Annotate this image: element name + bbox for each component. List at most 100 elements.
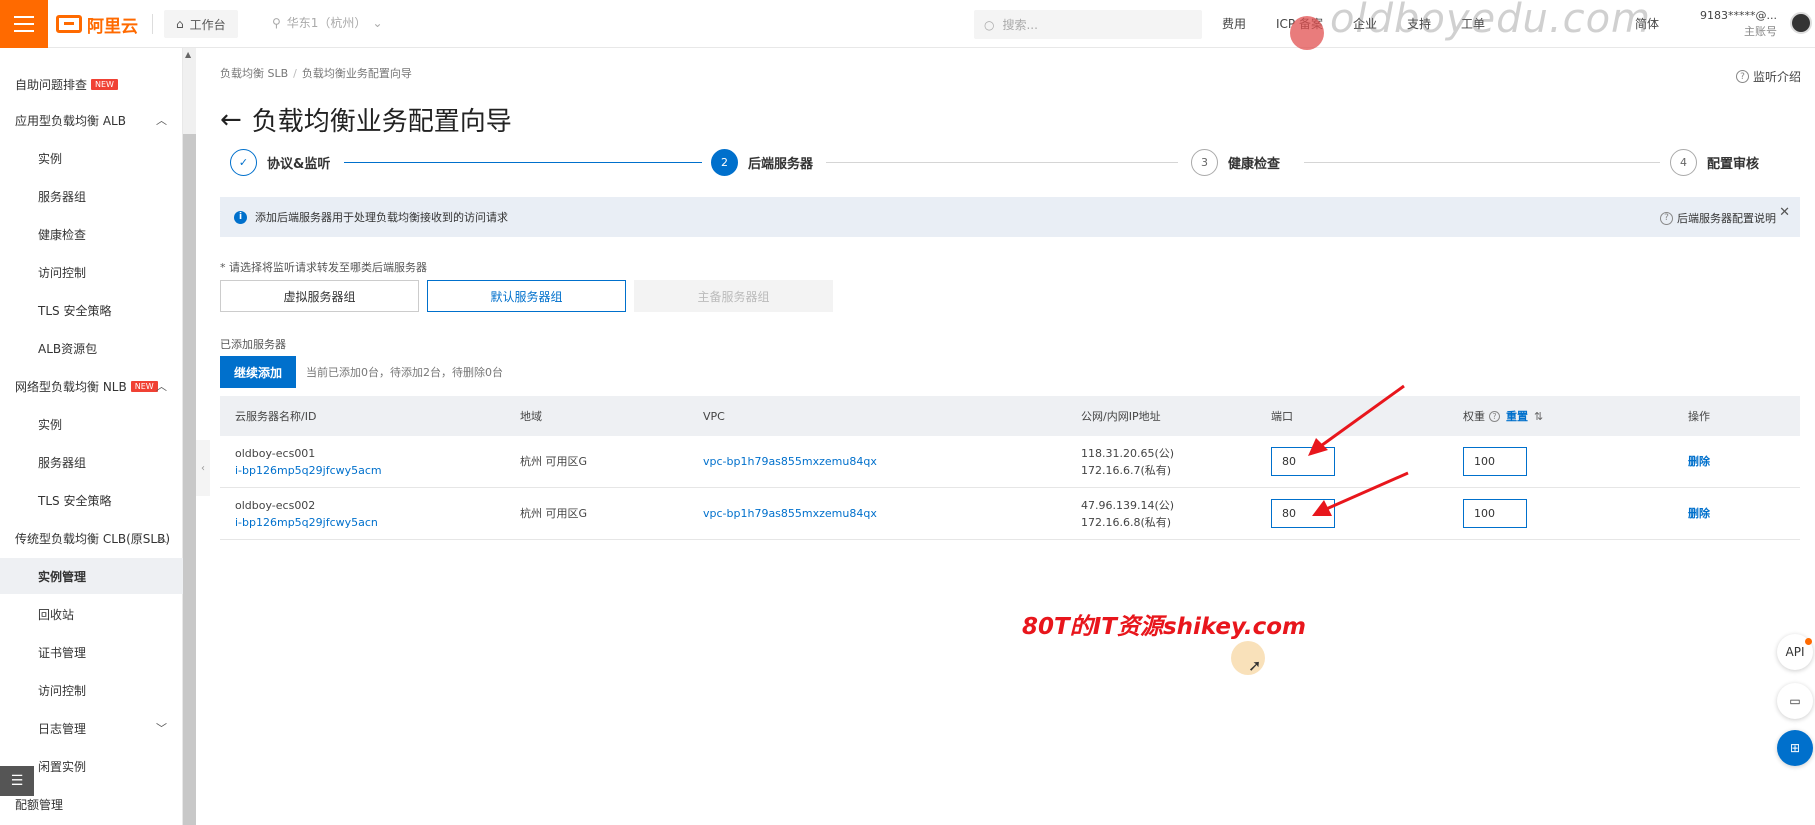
step-health-check: 3 健康检查 <box>1191 149 1280 176</box>
back-arrow-icon[interactable]: ← <box>220 105 242 135</box>
port-input[interactable]: 80 <box>1271 499 1335 528</box>
sidebar-group-alb[interactable]: 应用型负载均衡 ALB ︿ <box>0 102 183 138</box>
logo-text: 阿里云 <box>87 16 138 37</box>
server-id-link[interactable]: i-bp126mp5q29jfcwy5acm <box>235 462 382 479</box>
search-icon: ○ <box>984 17 995 32</box>
delete-button[interactable]: 删除 <box>1688 453 1710 470</box>
server-type-hint: * 请选择将监听请求转发至哪类后端服务器 <box>220 261 427 274</box>
header-action: 操作 <box>1688 409 1710 423</box>
sidebar-item-certificates[interactable]: 证书管理 <box>0 634 183 670</box>
port-input[interactable]: 80 <box>1271 447 1335 476</box>
sidebar-item-label: 闲置实例 <box>38 759 87 774</box>
delete-button[interactable]: 删除 <box>1688 505 1710 522</box>
aliyun-logo-mark-icon <box>56 15 82 33</box>
tab-default-server-group[interactable]: 默认服务器组 <box>427 280 626 312</box>
weight-input[interactable]: 100 <box>1463 447 1527 476</box>
continue-add-button[interactable]: 继续添加 <box>220 356 296 388</box>
close-icon[interactable]: ✕ <box>1779 205 1790 220</box>
table-row: oldboy-ecs002 i-bp126mp5q29jfcwy5acn 杭州 … <box>220 488 1800 540</box>
sidebar-item-nlb-instances[interactable]: 实例 <box>0 406 183 442</box>
step-connector <box>826 162 1178 163</box>
chevron-up-icon: ︿ <box>156 380 167 393</box>
sidebar-item-nlb-server-groups[interactable]: 服务器组 <box>0 444 183 480</box>
add-status-text: 当前已添加0台，待添加2台，待删除0台 <box>306 366 503 379</box>
backend-config-help-link[interactable]: ? 后端服务器配置说明 <box>1660 210 1776 226</box>
server-id-link[interactable]: i-bp126mp5q29jfcwy5acn <box>235 514 378 531</box>
sidebar-item-label: 访问控制 <box>38 683 87 698</box>
server-name: oldboy-ecs002 <box>235 498 316 512</box>
sidebar-item-label: TLS 安全策略 <box>38 493 112 508</box>
apps-icon[interactable]: ⊞ <box>1777 730 1813 766</box>
step-backend-servers: 2 后端服务器 <box>711 149 813 176</box>
list-menu-icon[interactable]: ☰ <box>0 766 34 796</box>
sidebar-item-alb-resource-pack[interactable]: ALB资源包 <box>0 330 183 366</box>
info-banner: i 添加后端服务器用于处理负载均衡接收到的访问请求 ? 后端服务器配置说明 ✕ <box>220 197 1800 237</box>
sidebar-scrollbar-thumb[interactable] <box>183 134 196 825</box>
breadcrumb-separator: / <box>293 67 297 80</box>
tab-virtual-server-group[interactable]: 虚拟服务器组 <box>220 280 419 312</box>
aliyun-logo[interactable]: 阿里云 <box>56 11 138 37</box>
collapse-sidebar-button[interactable]: ‹ <box>196 440 210 496</box>
sidebar-item-alb-server-groups[interactable]: 服务器组 <box>0 178 183 214</box>
workbench-button[interactable]: ⌂ 工作台 <box>164 10 238 38</box>
sidebar-item-label: 服务器组 <box>38 189 87 204</box>
location-pin-icon: ⚲ <box>272 15 281 30</box>
sidebar-group-nlb[interactable]: 网络型负载均衡 NLB NEW ︿ <box>0 368 183 404</box>
sidebar-item-label: 网络型负载均衡 NLB <box>15 379 127 394</box>
action-cell: 删除 <box>1688 436 1710 487</box>
sidebar-item-label: TLS 安全策略 <box>38 303 112 318</box>
breadcrumb-current: 负载均衡业务配置向导 <box>301 67 412 80</box>
server-cell: oldboy-ecs001 i-bp126mp5q29jfcwy5acm <box>235 436 382 487</box>
sidebar-item-troubleshoot[interactable]: 自助问题排查 NEW <box>0 66 183 102</box>
vpc-link[interactable]: vpc-bp1h79as855mxzemu84qx <box>703 488 877 539</box>
sidebar-item-clb-access-control[interactable]: 访问控制 <box>0 672 183 708</box>
region-label: 华东1（杭州） <box>286 16 367 30</box>
step-review: 4 配置审核 <box>1670 149 1759 176</box>
step-label: 健康检查 <box>1228 157 1281 172</box>
sidebar-item-nlb-tls-policy[interactable]: TLS 安全策略 <box>0 482 183 518</box>
help-icon: ? <box>1660 211 1673 225</box>
page-title-text: 负载均衡业务配置向导 <box>251 107 512 137</box>
weight-cell: 100 <box>1463 436 1527 487</box>
region-selector[interactable]: ⚲ 华东1（杭州） ⌄ <box>272 14 383 31</box>
sidebar-item-alb-tls-policy[interactable]: TLS 安全策略 <box>0 292 183 328</box>
sidebar-item-alb-access-control[interactable]: 访问控制 <box>0 254 183 290</box>
scroll-up-icon[interactable]: ▲ <box>185 50 191 59</box>
step-number: 4 <box>1670 149 1697 176</box>
sidebar-item-label: 日志管理 <box>38 721 87 736</box>
reset-weight-link[interactable]: 重置 <box>1506 408 1528 425</box>
home-icon: ⌂ <box>176 17 184 31</box>
help-icon[interactable]: ? <box>1489 410 1500 422</box>
top-link-billing[interactable]: 费用 <box>1222 15 1246 32</box>
sidebar-item-label: 访问控制 <box>38 265 87 280</box>
sidebar-item-instance-management[interactable]: 实例管理 <box>0 558 183 594</box>
menu-icon[interactable] <box>0 0 48 48</box>
search-input[interactable]: ○ 搜索... <box>974 10 1202 39</box>
port-cell: 80 <box>1271 436 1335 487</box>
sidebar-item-alb-instances[interactable]: 实例 <box>0 140 183 176</box>
chevron-down-icon: ﹀ <box>156 722 167 735</box>
added-servers-label: 已添加服务器 <box>220 338 286 351</box>
sort-icon[interactable]: ⇅ <box>1534 408 1543 425</box>
weight-input[interactable]: 100 <box>1463 499 1527 528</box>
step-number: 2 <box>711 149 738 176</box>
header-vpc: VPC <box>703 409 725 423</box>
sidebar-item-recycle-bin[interactable]: 回收站 <box>0 596 183 632</box>
chevron-down-icon: ⌄ <box>372 15 383 30</box>
sidebar-item-log-management[interactable]: 日志管理 ﹀ <box>0 710 183 746</box>
promo-watermark: 80T的IT资源shikey.com <box>1022 614 1306 640</box>
user-account[interactable]: 9183*****@... 主账号 <box>1700 8 1777 40</box>
header-port: 端口 <box>1271 409 1293 423</box>
sidebar-group-clb[interactable]: 传统型负载均衡 CLB(原SLB) ︿ <box>0 520 183 556</box>
sidebar-item-alb-health-check[interactable]: 健康检查 <box>0 216 183 252</box>
chat-icon[interactable]: ▭ <box>1777 683 1813 719</box>
vpc-link[interactable]: vpc-bp1h79as855mxzemu84qx <box>703 436 877 487</box>
sidebar-item-label: 健康检查 <box>38 227 87 242</box>
sidebar-item-label: 实例 <box>38 151 63 166</box>
monitor-intro-link[interactable]: ? 监听介绍 <box>1736 68 1801 85</box>
breadcrumb-root[interactable]: 负载均衡 SLB <box>220 67 288 80</box>
help-icon: ? <box>1736 70 1749 83</box>
avatar[interactable] <box>1790 12 1812 34</box>
step-protocol-listener: ✓ 协议&监听 <box>230 149 330 176</box>
monitor-intro-label: 监听介绍 <box>1753 70 1802 84</box>
